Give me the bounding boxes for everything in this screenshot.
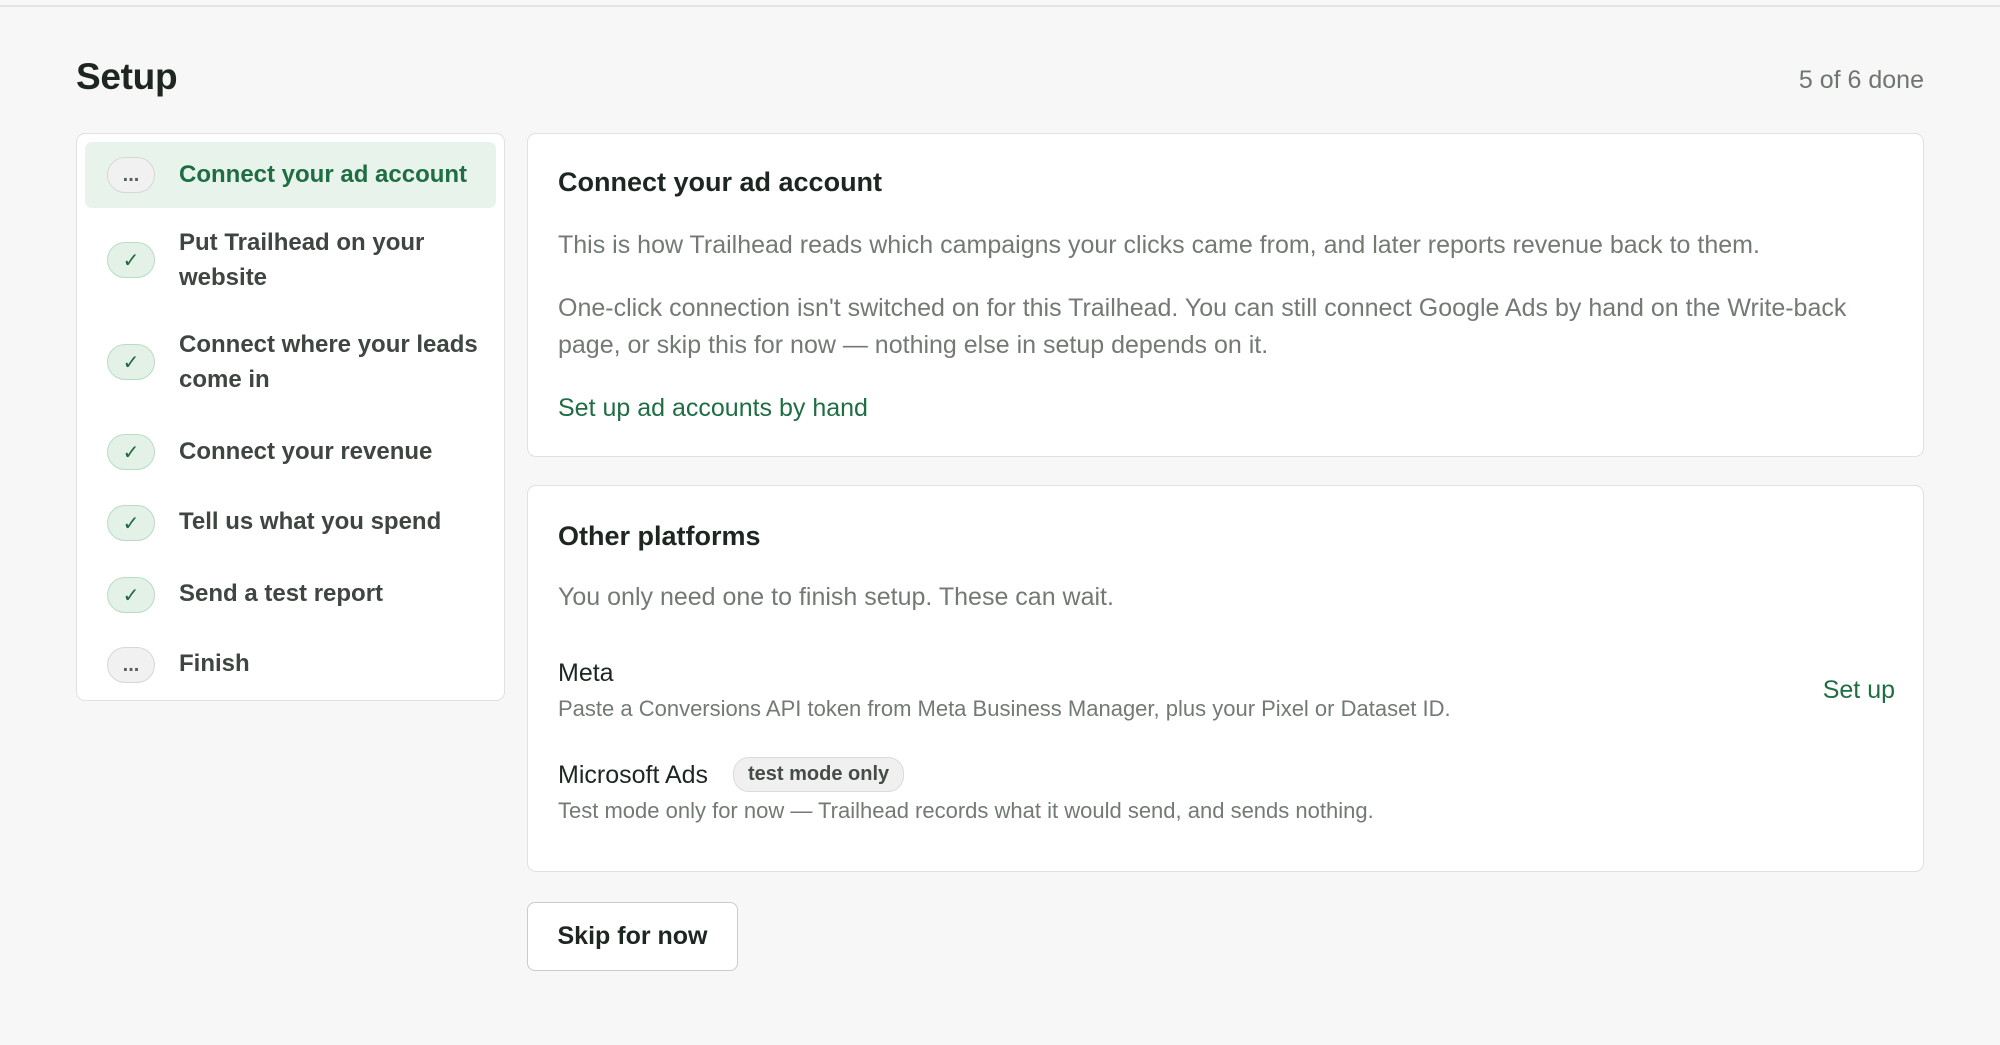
step-connect-leads[interactable]: ✓ Connect where your leads come in: [85, 324, 496, 402]
ad-account-notice: One-click connection isn't switched on f…: [558, 294, 1847, 359]
top-divider: [0, 5, 2000, 7]
step-label: Send a test report: [179, 580, 384, 607]
checkmark-icon: ✓: [107, 577, 155, 613]
other-platforms-card: Other platforms You only need one to fin…: [527, 485, 1924, 872]
platform-name: Microsoft Ads: [558, 761, 709, 789]
step-connect-revenue[interactable]: ✓ Connect your revenue: [85, 427, 496, 477]
ad-account-title: Connect your ad account: [558, 167, 883, 197]
setup-steps-list: ... Connect your ad account ✓ Put Trailh…: [76, 133, 505, 701]
checkmark-icon: ✓: [107, 242, 155, 278]
step-label: Connect where your leads come in: [179, 331, 478, 393]
step-label: Tell us what you spend: [179, 508, 442, 535]
platform-name: Meta: [558, 659, 614, 687]
platform-description: Test mode only for now — Trailhead recor…: [558, 798, 1374, 823]
checkmark-icon: ✓: [107, 505, 155, 541]
step-send-test-report[interactable]: ✓ Send a test report: [85, 568, 496, 618]
page-header: Setup 5 of 6 done: [76, 56, 1924, 104]
skip-button[interactable]: Skip for now: [527, 902, 738, 971]
step-tell-us-spend[interactable]: ✓ Tell us what you spend: [85, 497, 496, 547]
test-mode-badge: test mode only: [733, 757, 905, 792]
step-connect-ad-account[interactable]: ... Connect your ad account: [85, 142, 496, 208]
step-label: Finish: [179, 650, 250, 677]
meta-setup-link[interactable]: Set up: [1823, 676, 1895, 705]
step-label: Connect your revenue: [179, 438, 433, 465]
step-finish[interactable]: ... Finish: [85, 639, 496, 689]
checkmark-icon: ✓: [107, 434, 155, 470]
other-platforms-title: Other platforms: [558, 521, 761, 551]
manual-setup-link[interactable]: Set up ad accounts by hand: [558, 394, 868, 423]
pending-icon: ...: [107, 157, 155, 193]
ad-account-intro: This is how Trailhead reads which campai…: [558, 231, 1760, 259]
other-platforms-subtitle: You only need one to finish setup. These…: [558, 583, 1114, 611]
step-label: Connect your ad account: [179, 161, 468, 188]
ad-account-card: Connect your ad account This is how Trai…: [527, 133, 1924, 457]
platform-description: Paste a Conversions API token from Meta …: [558, 696, 1451, 721]
page-title: Setup: [76, 56, 178, 97]
checkmark-icon: ✓: [107, 344, 155, 380]
progress-counter: 5 of 6 done: [1798, 66, 1924, 94]
step-put-trailhead-on-website[interactable]: ✓ Put Trailhead on your website: [85, 222, 496, 300]
pending-icon: ...: [107, 647, 155, 683]
step-label: Put Trailhead on your website: [179, 229, 425, 291]
